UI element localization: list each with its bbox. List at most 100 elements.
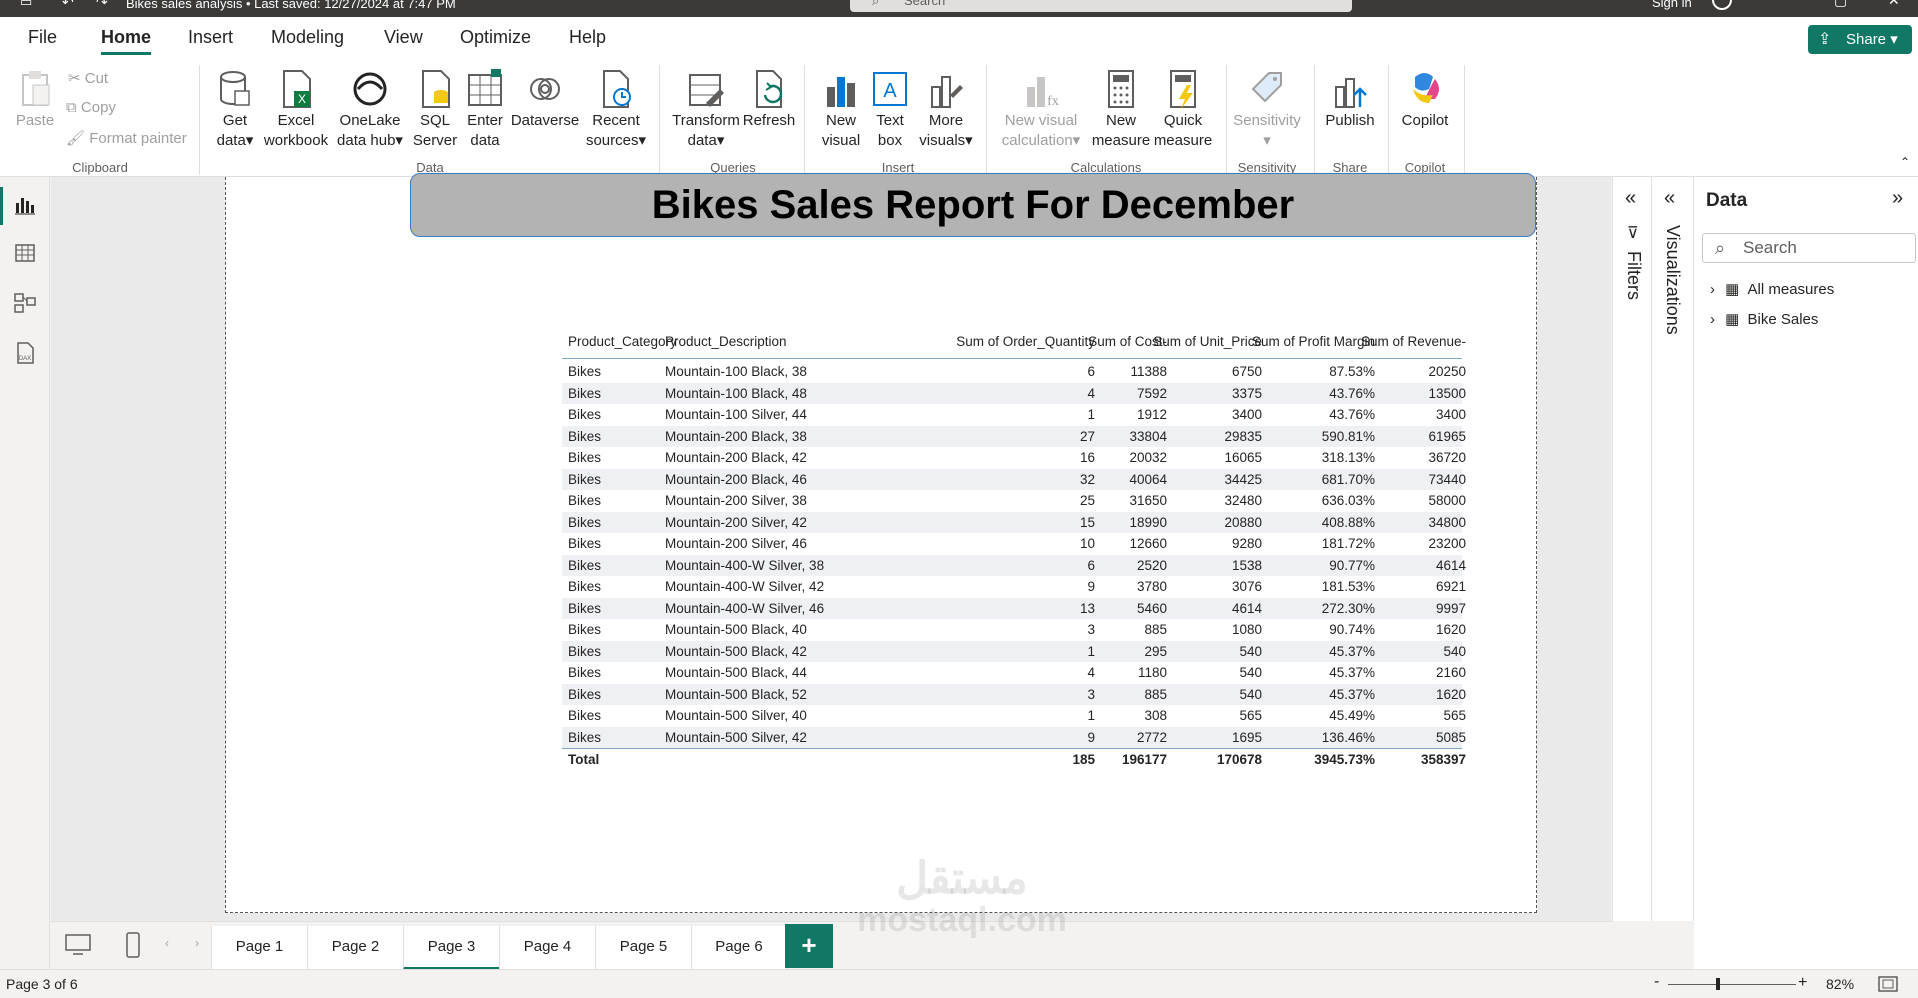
zoom-in-icon[interactable]: + xyxy=(1798,974,1807,992)
table-cell: 43.76% xyxy=(1329,407,1375,422)
desktop-layout-icon[interactable] xyxy=(65,934,91,956)
tab-modeling[interactable]: Modeling xyxy=(271,27,344,48)
add-page-button[interactable]: + xyxy=(785,924,833,968)
visualizations-pane-label[interactable]: Visualizations xyxy=(1662,225,1683,335)
excel-workbook-button[interactable]: X Excel workbook xyxy=(262,69,330,151)
table-row[interactable]: Bikes Mountain-200 Black, 42 16 20032 16065 3… xyxy=(562,447,1466,468)
table-row[interactable]: Bikes Mountain-200 Silver, 46 10 12660 9280 1… xyxy=(562,533,1466,554)
more-visuals-button[interactable]: More visuals▾ xyxy=(916,69,976,151)
page-tab-1[interactable]: Page 1 xyxy=(211,926,307,970)
filters-pane-label[interactable]: Filters xyxy=(1623,251,1644,300)
table-column-header[interactable]: Product_Description xyxy=(665,334,787,349)
sign-in-link[interactable]: Sign in xyxy=(1652,0,1692,10)
expand-visualizations-icon[interactable]: « xyxy=(1664,187,1675,210)
tab-file[interactable]: File xyxy=(28,27,57,48)
report-page[interactable]: Bikes Sales Report For December Product_… xyxy=(225,173,1537,913)
dax-query-view-icon[interactable]: DAX xyxy=(13,341,37,365)
undo-icon[interactable]: ↶ xyxy=(62,0,74,11)
zoom-out-icon[interactable]: - xyxy=(1654,973,1659,991)
text-box-button[interactable]: A Text box xyxy=(866,69,914,151)
table-column-header[interactable]: Sum of Profit Margin xyxy=(1252,334,1375,349)
table-column-header[interactable]: Sum of Unit_Price xyxy=(1153,334,1262,349)
page-tab-6[interactable]: Page 6 xyxy=(691,926,787,970)
table-row[interactable]: Bikes Mountain-500 Silver, 42 9 2772 1695 136… xyxy=(562,726,1466,748)
ribbon-separator xyxy=(1314,65,1315,175)
table-row[interactable]: Bikes Mountain-100 Black, 38 6 11388 6750 87.… xyxy=(562,361,1466,382)
table-row[interactable]: Bikes Mountain-100 Black, 48 4 7592 3375 43.7… xyxy=(562,382,1466,404)
table-row[interactable]: Bikes Mountain-200 Black, 46 32 40064 34425 6… xyxy=(562,468,1466,490)
close-window-icon[interactable]: ✕ xyxy=(1888,0,1900,9)
collapse-data-pane-icon[interactable]: » xyxy=(1892,187,1903,210)
table-row[interactable]: Bikes Mountain-500 Black, 52 3 885 540 45.37%… xyxy=(562,683,1466,705)
collapse-ribbon-icon[interactable]: ⌃ xyxy=(1900,155,1910,169)
table-row[interactable]: Bikes Mountain-500 Black, 44 4 1180 540 45.37… xyxy=(562,662,1466,683)
copy-button[interactable]: ⧉ Copy xyxy=(66,99,116,116)
avatar[interactable] xyxy=(1712,0,1732,10)
fit-to-page-icon[interactable] xyxy=(1878,976,1898,992)
new-measure-button[interactable]: New measure xyxy=(1090,69,1152,151)
get-data-button[interactable]: Get data▾ xyxy=(206,69,264,151)
tree-item-bike-sales[interactable]: › ▦ Bike Sales xyxy=(1710,310,1818,328)
paste-button[interactable]: Paste xyxy=(12,69,58,131)
recent-sources-button[interactable]: Recent sources▾ xyxy=(582,69,650,151)
table-row[interactable]: Bikes Mountain-200 Silver, 38 25 31650 32480… xyxy=(562,490,1466,511)
sql-server-button[interactable]: SQL Server xyxy=(410,69,460,151)
page-tab-4[interactable]: Page 4 xyxy=(499,926,595,970)
enter-data-button[interactable]: Enter data xyxy=(462,69,508,151)
sensitivity-button[interactable]: Sensitivity ▾ xyxy=(1232,69,1302,151)
transform-data-button[interactable]: Transform data▾ xyxy=(668,69,744,151)
page-tab-5[interactable]: Page 5 xyxy=(595,926,691,970)
dataverse-icon xyxy=(530,78,560,100)
restore-window-icon[interactable]: ▢ xyxy=(1834,0,1847,9)
table-row[interactable]: Bikes Mountain-500 Black, 40 3 885 1080 90.74… xyxy=(562,619,1466,640)
tree-item-all-measures[interactable]: › ▦ All measures xyxy=(1710,280,1834,298)
table-row[interactable]: Bikes Mountain-500 Silver, 40 1 308 565 45.49… xyxy=(562,705,1466,726)
quick-measure-line1: Quick xyxy=(1163,112,1203,129)
table-row[interactable]: Bikes Mountain-200 Silver, 42 15 18990 20880… xyxy=(562,511,1466,533)
model-view-icon[interactable] xyxy=(13,291,37,315)
table-column-header[interactable]: Product_Category xyxy=(568,334,677,349)
tab-optimize[interactable]: Optimize xyxy=(460,27,531,48)
table-view-icon[interactable] xyxy=(13,241,37,265)
zoom-slider[interactable] xyxy=(1668,978,1796,990)
tab-help[interactable]: Help xyxy=(569,27,606,48)
app-menu-icon[interactable]: ▭ xyxy=(20,0,32,10)
mobile-layout-icon[interactable] xyxy=(125,932,141,958)
global-search-input[interactable]: ⌕ Search xyxy=(850,0,1352,12)
refresh-button[interactable]: Refresh xyxy=(742,69,796,131)
table-row[interactable]: Bikes Mountain-100 Silver, 44 1 1912 3400 43.… xyxy=(562,404,1466,425)
share-button[interactable]: ⇪ Share ▾ xyxy=(1808,25,1912,54)
report-view-icon[interactable] xyxy=(13,193,37,217)
new-visual-button[interactable]: New visual xyxy=(814,69,868,151)
scroll-pages-left-icon[interactable]: ‹ xyxy=(165,936,169,950)
scroll-pages-right-icon[interactable]: › xyxy=(195,936,199,950)
data-search-input[interactable]: ⌕ Search xyxy=(1702,233,1916,263)
table-row[interactable]: Bikes Mountain-400-W Silver, 38 6 2520 1538 9… xyxy=(562,554,1466,576)
new-visual-calculation-button[interactable]: fx New visual calculation▾ xyxy=(996,69,1086,151)
copilot-button[interactable]: Copilot xyxy=(1394,69,1456,131)
report-title-box[interactable]: Bikes Sales Report For December xyxy=(410,173,1536,237)
redo-icon[interactable]: ↷ xyxy=(96,0,108,11)
expand-filters-icon[interactable]: « xyxy=(1625,187,1636,210)
table-column-header[interactable]: Sum of Order_Quantity xyxy=(956,334,1095,349)
page-tabs-bar: ‹ › Page 1 Page 2 Page 3 Page 4 Page 5 P… xyxy=(51,921,1612,970)
tab-home[interactable]: Home xyxy=(101,27,152,55)
tab-insert[interactable]: Insert xyxy=(188,27,233,48)
page-tab-2[interactable]: Page 2 xyxy=(307,926,403,970)
copilot-icon xyxy=(1413,73,1439,103)
publish-button[interactable]: Publish xyxy=(1320,69,1380,131)
table-column-header[interactable]: Sum of Revenue- xyxy=(1361,334,1466,349)
cut-button[interactable]: ✂ Cut xyxy=(68,69,108,87)
table-row[interactable]: Bikes Mountain-400-W Silver, 42 9 3780 3076 1… xyxy=(562,576,1466,597)
table-cell: 90.74% xyxy=(1329,622,1375,637)
zoom-slider-thumb[interactable] xyxy=(1716,978,1720,990)
table-row[interactable]: Bikes Mountain-200 Black, 38 27 33804 29835 5… xyxy=(562,425,1466,447)
quick-measure-button[interactable]: Quick measure xyxy=(1152,69,1214,151)
page-tab-3[interactable]: Page 3 xyxy=(403,926,499,970)
format-painter-button[interactable]: 🖌 Format painter xyxy=(66,129,187,147)
table-row[interactable]: Bikes Mountain-500 Black, 42 1 295 540 45.37%… xyxy=(562,640,1466,662)
table-row[interactable]: Bikes Mountain-400-W Silver, 46 13 5460 4614… xyxy=(562,597,1466,619)
dataverse-button[interactable]: Dataverse xyxy=(508,69,582,131)
tab-view[interactable]: View xyxy=(384,27,423,48)
onelake-data-hub-button[interactable]: OneLake data hub▾ xyxy=(332,69,408,151)
